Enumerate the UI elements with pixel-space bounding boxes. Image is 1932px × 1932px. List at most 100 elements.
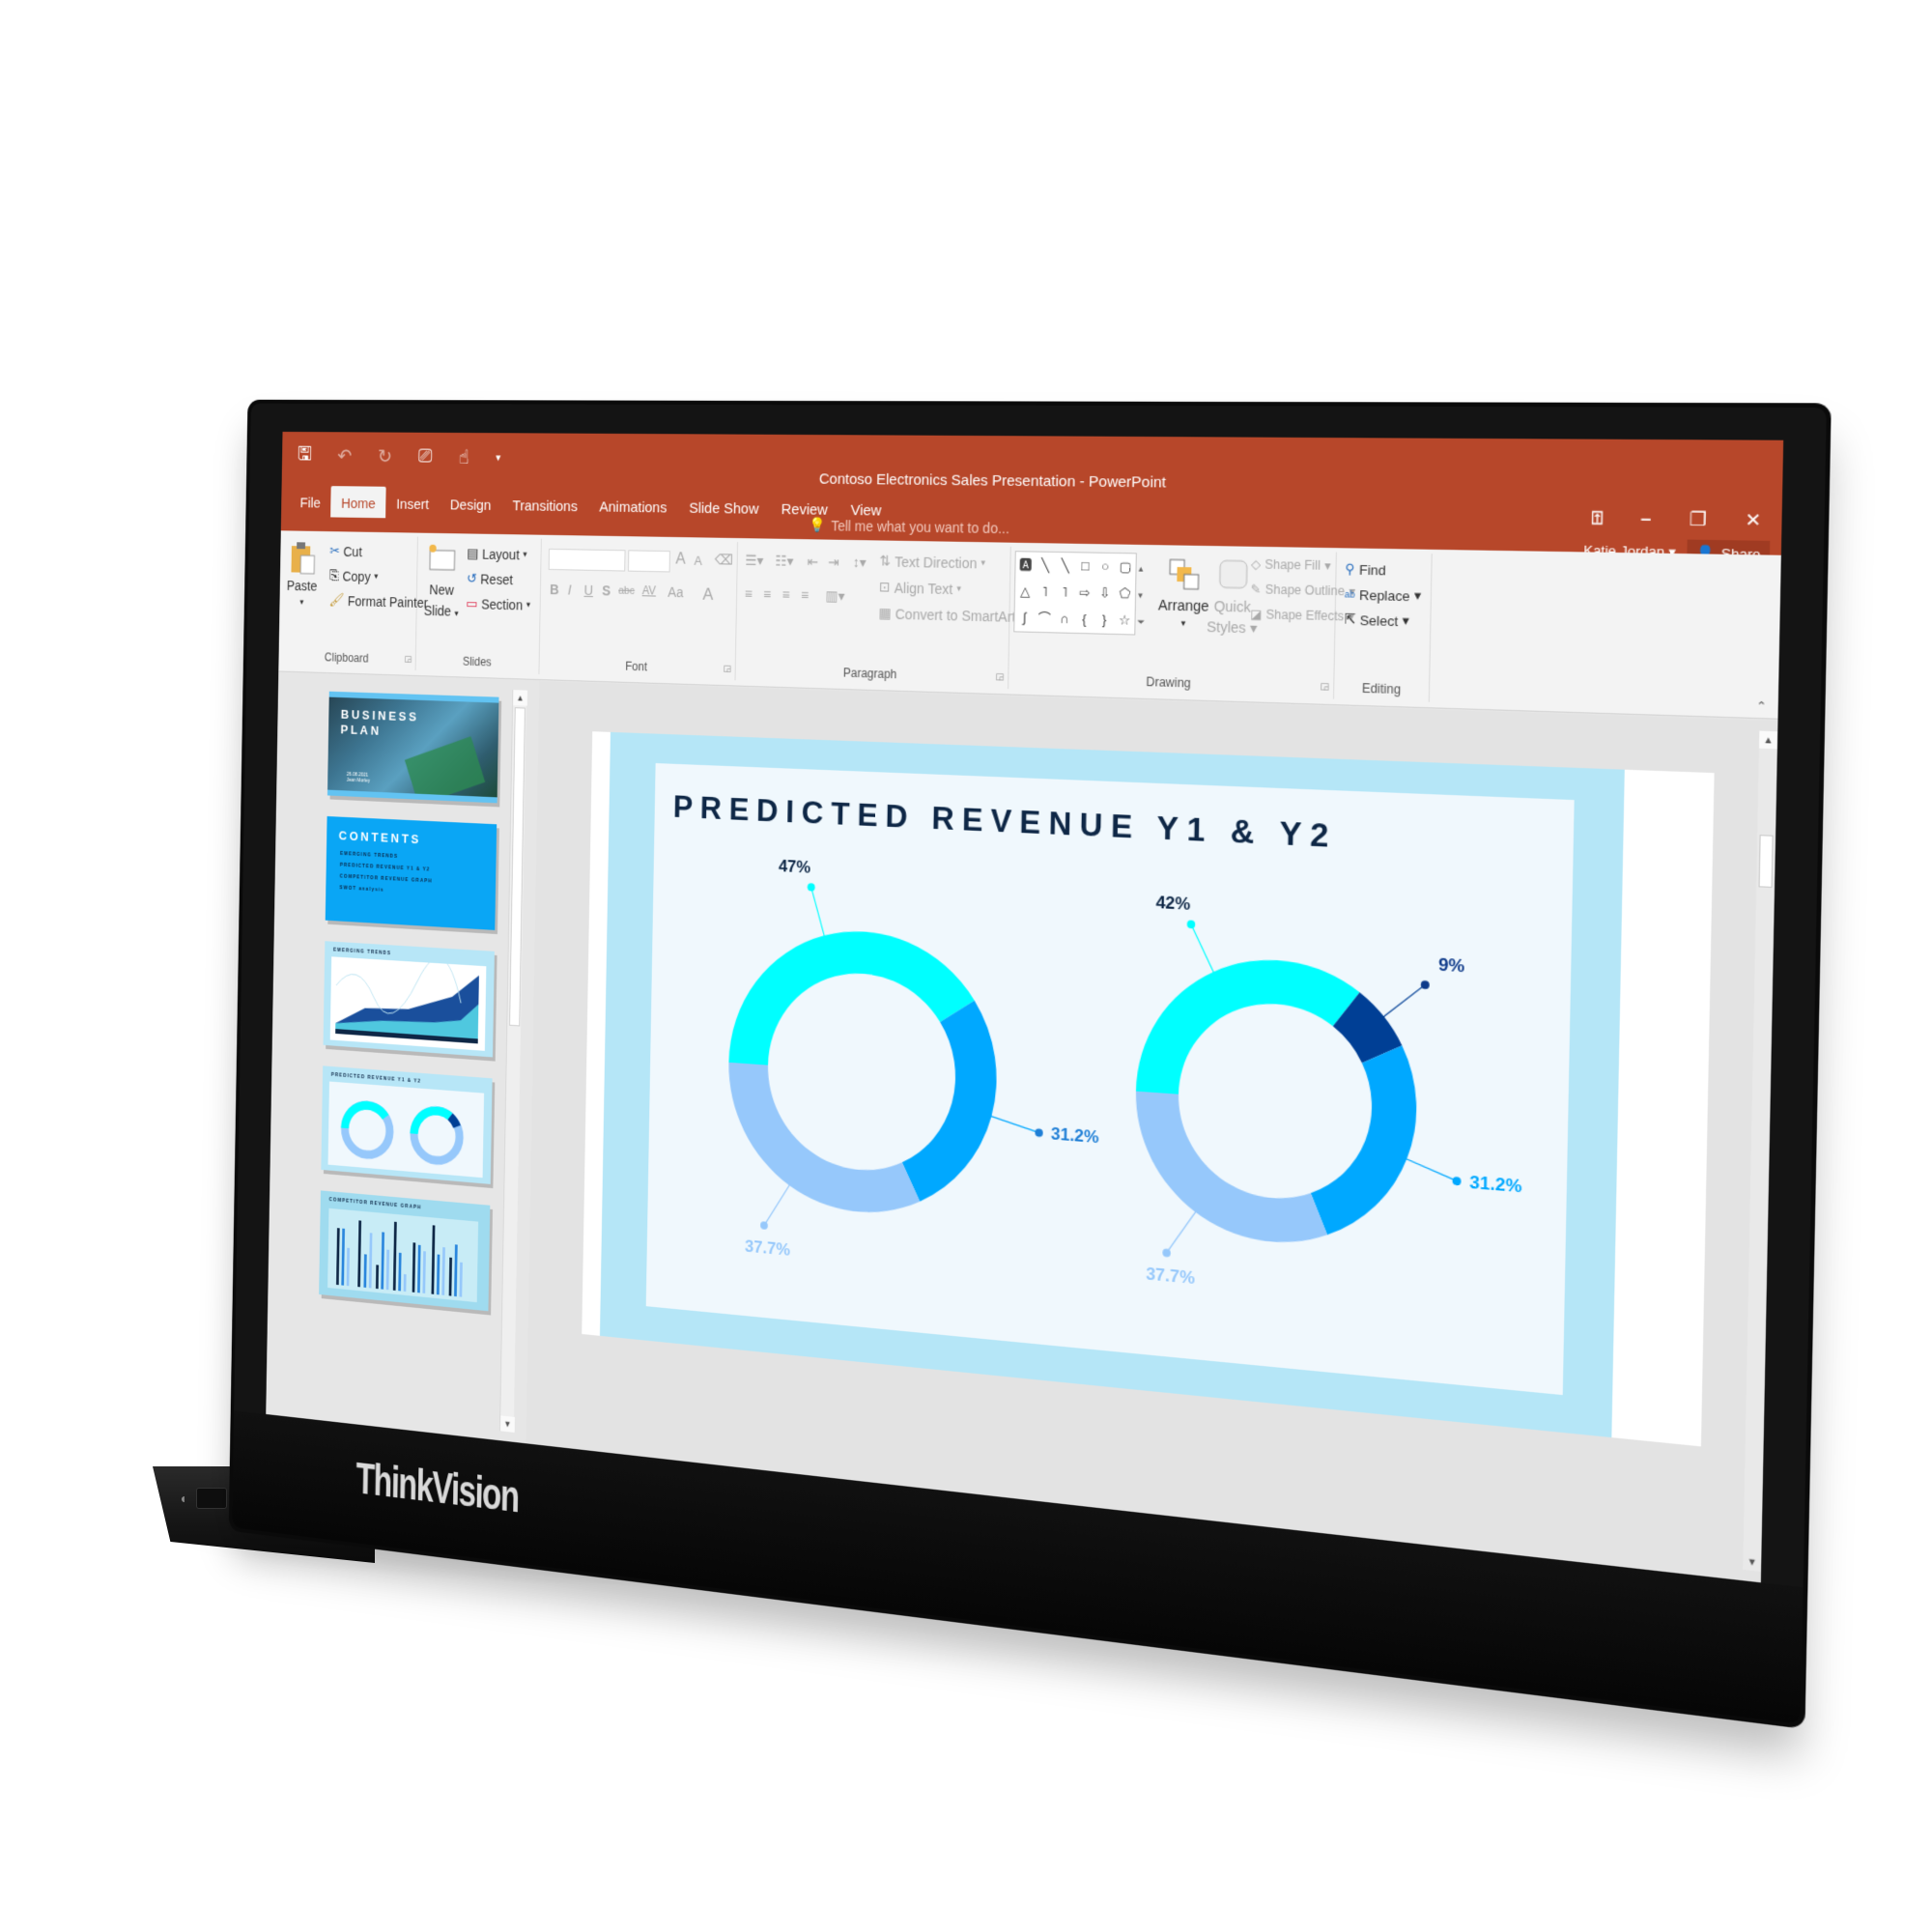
- dialog-launcher-icon[interactable]: ◲: [995, 671, 1004, 683]
- magnifier-icon: ⚲: [1345, 560, 1355, 577]
- paste-button[interactable]: Paste ▾: [286, 540, 318, 608]
- save-icon[interactable]: 🖫: [298, 440, 313, 471]
- scroll-thumb[interactable]: [1758, 835, 1774, 889]
- leader-line: [1190, 924, 1216, 976]
- replace-button[interactable]: ab Replace ▾: [1345, 586, 1422, 605]
- font-name-combo[interactable]: [548, 548, 626, 572]
- reset-button[interactable]: ↺ Reset: [467, 570, 513, 587]
- columns-button[interactable]: ▥▾: [825, 587, 844, 605]
- current-slide[interactable]: PREDICTED REVENUE Y1 & Y2 47% 31.2% 37.7% 4…: [582, 731, 1715, 1447]
- scroll-down-icon[interactable]: ▼: [499, 1415, 515, 1433]
- thumbnails-scrollbar[interactable]: ▲ ▼: [499, 690, 528, 1433]
- dialog-launcher-icon[interactable]: ◲: [724, 664, 731, 674]
- data-label: 47%: [779, 857, 811, 877]
- text-direction-button[interactable]: ⇅ Text Direction ▾: [879, 553, 985, 572]
- decrease-indent-button[interactable]: ⇤: [807, 554, 818, 571]
- select-button[interactable]: ⇱ Select ▾: [1344, 611, 1409, 630]
- shapes-gallery[interactable]: 🅰 ╲ ╲ □ ○ ▢ △ ˥ ˥ ⇨ ⇩ ⬠ ∫ ⌒ ∩ {} ☆: [1013, 551, 1137, 636]
- tab-home[interactable]: Home: [330, 486, 386, 519]
- slide-thumbnail-4[interactable]: PREDICTED REVENUE Y1 & Y2: [321, 1065, 493, 1184]
- group-clipboard: Paste ▾ ✂ Cut ⎘ Copy ▾ 🖌 Format Painter Clipb…: [278, 534, 428, 671]
- find-button[interactable]: ⚲ Find: [1345, 560, 1386, 578]
- cut-button[interactable]: ✂ Cut: [329, 543, 362, 559]
- customize-icon[interactable]: ▾: [496, 451, 500, 464]
- group-drawing: 🅰 ╲ ╲ □ ○ ▢ △ ˥ ˥ ⇨ ⇩ ⬠ ∫ ⌒ ∩{} ☆ ▴ ▾ ⏷ Arrange ▾ Quick …: [1009, 546, 1355, 699]
- shadow-button[interactable]: S: [602, 582, 611, 598]
- clear-formatting-icon[interactable]: ⌫: [714, 552, 733, 569]
- thumb-title: CONTENTS: [338, 828, 422, 847]
- ribbon-display-options-icon[interactable]: ⍐: [1591, 508, 1603, 529]
- gallery-scroll[interactable]: ▴ ▾ ⏷: [1137, 555, 1146, 636]
- scribble-shape-icon: ∫: [1022, 610, 1027, 626]
- slide-thumbnail-2[interactable]: CONTENTS EMERGING TRENDS PREDICTED REVEN…: [325, 815, 497, 930]
- align-text-button[interactable]: ⊡ Align Text ▾: [879, 579, 961, 598]
- dialog-launcher-icon[interactable]: ◲: [404, 654, 412, 665]
- justify-button[interactable]: ≡: [801, 587, 809, 604]
- italic-button[interactable]: I: [568, 582, 572, 597]
- section-button[interactable]: ▭ Section ▾: [466, 595, 530, 613]
- undo-icon[interactable]: ↶: [337, 444, 352, 469]
- font-size-combo[interactable]: [627, 550, 670, 573]
- pencil-icon: ✎: [1250, 582, 1262, 597]
- scroll-thumb[interactable]: [509, 707, 526, 1027]
- arrange-button[interactable]: Arrange ▾: [1157, 555, 1209, 630]
- underline-button[interactable]: U: [583, 582, 593, 598]
- area-chart-mini: [329, 956, 487, 1051]
- minimize-icon[interactable]: –: [1640, 509, 1651, 531]
- shape-fill-button[interactable]: ◇ Shape Fill ▾: [1251, 557, 1331, 574]
- scissors-icon: ✂: [329, 542, 341, 558]
- redo-icon[interactable]: ↻: [378, 444, 392, 469]
- triangle-shape-icon: △: [1020, 582, 1031, 599]
- slide-thumbnail-3[interactable]: EMERGING TRENDS: [323, 941, 495, 1058]
- tab-animations[interactable]: Animations: [588, 491, 678, 523]
- tab-transitions[interactable]: Transitions: [501, 490, 588, 521]
- tab-file[interactable]: File: [290, 488, 331, 518]
- character-spacing-button[interactable]: AV: [642, 583, 657, 598]
- line-spacing-button[interactable]: ↕▾: [853, 554, 867, 572]
- power-switch[interactable]: [196, 1488, 228, 1509]
- grow-font-button[interactable]: A: [675, 551, 685, 568]
- leader-line: [764, 1179, 791, 1228]
- numbering-button[interactable]: ☷▾: [775, 553, 793, 570]
- font-color-button[interactable]: A: [702, 584, 713, 605]
- dialog-launcher-icon[interactable]: ◲: [1320, 681, 1329, 693]
- new-slide-button[interactable]: New Slide ▾: [424, 543, 460, 622]
- contents-item: PREDICTED REVENUE Y1 & Y2: [339, 862, 431, 873]
- quick-access-toolbar: 🖫 ↶ ↻ ⎚ ☝ ▾: [298, 440, 501, 473]
- tab-design[interactable]: Design: [440, 489, 502, 520]
- copy-icon: ⎘: [328, 567, 340, 583]
- canvas-scrollbar[interactable]: ▲ ▼: [1743, 730, 1778, 1573]
- scroll-up-icon[interactable]: ▲: [1758, 730, 1778, 750]
- bold-button[interactable]: B: [550, 582, 559, 597]
- copy-button[interactable]: ⎘ Copy ▾: [329, 567, 378, 584]
- align-text-icon: ⊡: [878, 578, 891, 595]
- align-right-button[interactable]: ≡: [781, 586, 789, 603]
- photo-detail: [404, 736, 486, 804]
- bullets-button[interactable]: ☰▾: [745, 553, 763, 570]
- shrink-font-button[interactable]: A: [694, 554, 702, 568]
- product-photo: ◖ ☼ ⬚ ThinkVision 🖫 ↶ ↻ ⎚ ☝ ▾ Contoso El…: [0, 0, 1932, 1932]
- close-icon[interactable]: ✕: [1745, 510, 1761, 532]
- align-left-button[interactable]: ≡: [745, 585, 753, 602]
- scroll-down-icon[interactable]: ▼: [1743, 1552, 1761, 1572]
- convert-smartart-button[interactable]: ▦Convert to SmartArt▾: [878, 605, 1024, 625]
- tab-insert[interactable]: Insert: [385, 489, 440, 519]
- slide-thumbnail-1[interactable]: BUSINESS PLAN 26.08.2021 Jean Morley: [327, 691, 499, 804]
- tell-me-search[interactable]: 💡 Tell me what you want to do...: [809, 517, 1009, 537]
- slide-thumbnail-5[interactable]: COMPETITOR REVENUE GRAPH: [319, 1190, 491, 1312]
- contents-item: SWOT analysis: [339, 885, 384, 894]
- touch-mode-icon[interactable]: ☝: [459, 444, 470, 469]
- align-center-button[interactable]: ≡: [763, 586, 771, 603]
- tab-slide-show[interactable]: Slide Show: [678, 492, 771, 524]
- monitor: ThinkVision 🖫 ↶ ↻ ⎚ ☝ ▾ Contoso Electron…: [232, 403, 1827, 1724]
- format-painter-button[interactable]: 🖌 Format Painter: [328, 592, 429, 611]
- collapse-ribbon-icon[interactable]: ⌃: [1756, 699, 1767, 714]
- restore-icon[interactable]: ❐: [1690, 509, 1707, 531]
- change-case-button[interactable]: Aa: [668, 584, 684, 601]
- scroll-up-icon[interactable]: ▲: [513, 690, 528, 706]
- arrow-line-shape-icon: ╲: [1061, 557, 1070, 574]
- layout-button[interactable]: ▤ Layout ▾: [467, 545, 526, 562]
- increase-indent-button[interactable]: ⇥: [828, 554, 839, 571]
- present-icon[interactable]: ⎚: [418, 445, 433, 468]
- strikethrough-button[interactable]: abc: [618, 585, 635, 598]
